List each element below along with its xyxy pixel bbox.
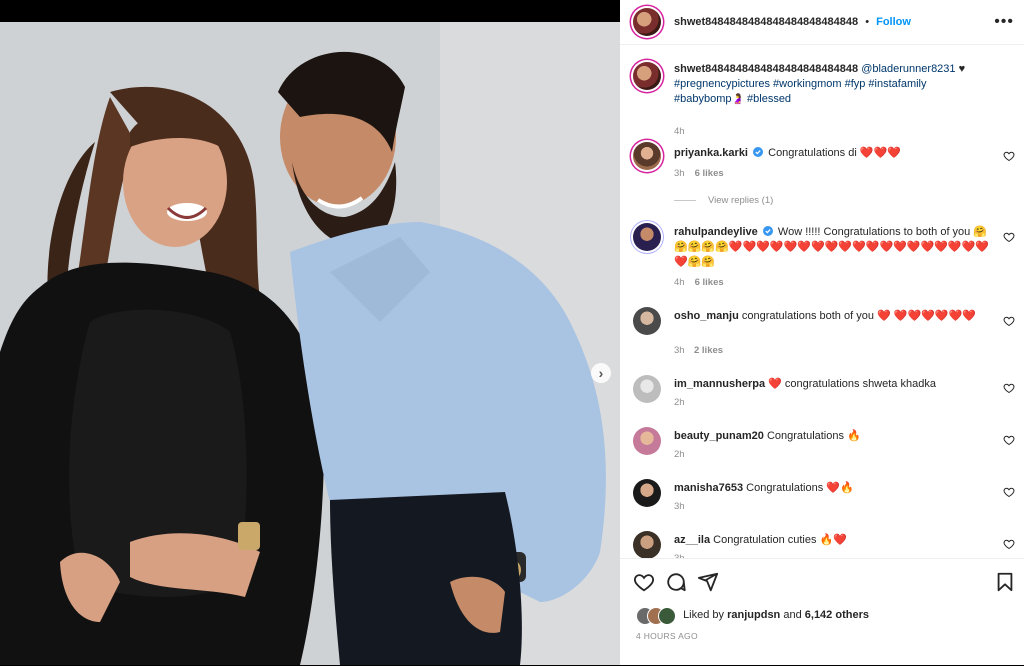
post-header: shwet8484848484848484848484848 • Follow … bbox=[620, 0, 1024, 45]
caption-tag-blessed[interactable]: #blessed bbox=[747, 93, 791, 105]
comment-username[interactable]: beauty_punam20 bbox=[674, 430, 764, 442]
comment-body: Congratulations 🔥 bbox=[766, 430, 861, 442]
post-timestamp[interactable]: 4 HOURS AGO bbox=[636, 631, 698, 641]
heart-icon[interactable] bbox=[1003, 150, 1015, 162]
post-side-panel: shwet8484848484848484848484848 • Follow … bbox=[620, 0, 1024, 665]
save-icon[interactable] bbox=[994, 571, 1016, 593]
comment-likes[interactable]: 6 likes bbox=[695, 168, 724, 179]
caption-emoji: 🤰 bbox=[731, 94, 744, 105]
photo-illustration bbox=[0, 22, 620, 665]
comment-text: az__ila Congratulation cuties 🔥❤️ bbox=[674, 533, 994, 548]
like-icon[interactable] bbox=[633, 571, 655, 593]
comment-text: rahulpandeylive Wow !!!!! Congratulation… bbox=[674, 225, 994, 270]
comment-text: priyanka.karki Congratulations di ❤️❤️❤️ bbox=[674, 146, 994, 161]
likes-prefix: Liked by bbox=[683, 608, 725, 621]
follow-button[interactable]: Follow bbox=[876, 16, 911, 28]
comment-time: 3h bbox=[674, 501, 685, 512]
comment-text: manisha7653 Congratulations ❤️🔥 bbox=[674, 481, 994, 496]
comment-body: Congratulations di ❤️❤️❤️ bbox=[768, 147, 901, 159]
comment-likes[interactable]: 2 likes bbox=[694, 345, 723, 356]
comment-likes[interactable]: 6 likes bbox=[695, 277, 724, 288]
comment-avatar[interactable] bbox=[633, 479, 661, 507]
caption-tags-line1[interactable]: #pregnencypictures #workingmom #fyp #ins… bbox=[674, 78, 927, 90]
author-username[interactable]: shwet8484848484848484848484848 bbox=[674, 16, 858, 28]
comment-username[interactable]: rahulpandeylive bbox=[674, 226, 758, 238]
comment-time: 2h bbox=[674, 397, 685, 408]
comment-text: im_mannusherpa ❤️ congratulations shweta… bbox=[674, 377, 994, 392]
author-avatar[interactable] bbox=[633, 8, 661, 36]
caption-heart: ♥ bbox=[958, 63, 966, 75]
heart-icon[interactable] bbox=[1003, 486, 1015, 498]
comments-list[interactable]: shwet8484848484848484848484848 @bladerun… bbox=[620, 45, 1024, 558]
comment-body: Congratulation cuties 🔥❤️ bbox=[713, 534, 847, 546]
likes-and: and bbox=[783, 608, 802, 621]
likes-summary: Liked by ranjupdsn and 6,142 others bbox=[636, 607, 869, 625]
comment-item: beauty_punam20 Congratulations 🔥 2h bbox=[620, 427, 1024, 475]
heart-icon[interactable] bbox=[1003, 434, 1015, 446]
comment-item: osho_manju congratulations both of you ❤… bbox=[620, 307, 1024, 367]
caption-mention[interactable]: @bladerunner8231 bbox=[861, 63, 955, 75]
comment-meta: 4h 6 likes bbox=[674, 277, 724, 288]
comment-avatar[interactable] bbox=[633, 427, 661, 455]
comment-body: congratulations both of you ❤️ ❤️❤️❤️❤️❤… bbox=[741, 310, 976, 322]
share-icon[interactable] bbox=[697, 571, 719, 593]
comment-item: az__ila Congratulation cuties 🔥❤️ 3h bbox=[620, 531, 1024, 558]
liker-avatars[interactable] bbox=[636, 607, 676, 625]
comment-body: ❤️ congratulations shweta khadka bbox=[768, 378, 936, 390]
comment-item: im_mannusherpa ❤️ congratulations shweta… bbox=[620, 375, 1024, 423]
comment-time: 3h bbox=[674, 345, 685, 356]
comment-username[interactable]: az__ila bbox=[674, 534, 710, 546]
post-actions: Liked by ranjupdsn and 6,142 others 4 HO… bbox=[620, 558, 1024, 666]
heart-icon[interactable] bbox=[1003, 538, 1015, 550]
caption-avatar[interactable] bbox=[633, 62, 661, 90]
caption: shwet8484848484848484848484848 @bladerun… bbox=[620, 59, 1024, 139]
comment-avatar[interactable] bbox=[633, 142, 661, 170]
heart-icon[interactable] bbox=[1003, 315, 1015, 327]
caption-tag-babybomp[interactable]: #babybomp bbox=[674, 93, 732, 105]
comment-icon[interactable] bbox=[665, 571, 687, 593]
caption-username[interactable]: shwet8484848484848484848484848 bbox=[674, 63, 858, 75]
comment-text: osho_manju congratulations both of you ❤… bbox=[674, 309, 994, 324]
heart-icon[interactable] bbox=[1003, 231, 1015, 243]
verified-icon bbox=[753, 147, 764, 157]
separator-dot: • bbox=[865, 16, 870, 28]
next-photo-button[interactable]: › bbox=[591, 363, 611, 383]
comment-username[interactable]: im_mannusherpa bbox=[674, 378, 765, 390]
comment-time: 3h bbox=[674, 168, 685, 179]
comment-text: beauty_punam20 Congratulations 🔥 bbox=[674, 429, 994, 444]
comment-username[interactable]: manisha7653 bbox=[674, 482, 743, 494]
top-black-bar bbox=[0, 0, 620, 22]
comment-username[interactable]: priyanka.karki bbox=[674, 147, 748, 159]
author-line: shwet8484848484848484848484848 • Follow bbox=[674, 16, 911, 28]
comment-item: priyanka.karki Congratulations di ❤️❤️❤️… bbox=[620, 142, 1024, 217]
comment-item: manisha7653 Congratulations ❤️🔥 3h bbox=[620, 479, 1024, 527]
likes-others[interactable]: 6,142 others bbox=[805, 609, 869, 621]
comment-avatar[interactable] bbox=[633, 223, 661, 251]
more-icon[interactable]: ••• bbox=[994, 13, 1014, 31]
verified-icon bbox=[762, 226, 773, 236]
view-replies-label: View replies (1) bbox=[708, 195, 774, 206]
view-replies-button[interactable]: View replies (1) bbox=[674, 195, 773, 206]
likes-user[interactable]: ranjupdsn bbox=[727, 609, 780, 621]
comment-item: rahulpandeylive Wow !!!!! Congratulation… bbox=[620, 223, 1024, 298]
comment-username[interactable]: osho_manju bbox=[674, 310, 739, 322]
post-photo[interactable]: › bbox=[0, 22, 620, 665]
caption-time: 4h bbox=[674, 126, 685, 137]
comment-body: Congratulations ❤️🔥 bbox=[746, 482, 854, 494]
comment-avatar[interactable] bbox=[633, 531, 661, 558]
chevron-right-icon: › bbox=[598, 365, 604, 381]
comment-time: 2h bbox=[674, 449, 685, 460]
comment-avatar[interactable] bbox=[633, 307, 661, 335]
comment-avatar[interactable] bbox=[633, 375, 661, 403]
heart-icon[interactable] bbox=[1003, 382, 1015, 394]
comment-time: 4h bbox=[674, 277, 685, 288]
caption-text: shwet8484848484848484848484848 @bladerun… bbox=[674, 62, 994, 107]
comment-meta: 3h 6 likes bbox=[674, 168, 724, 179]
